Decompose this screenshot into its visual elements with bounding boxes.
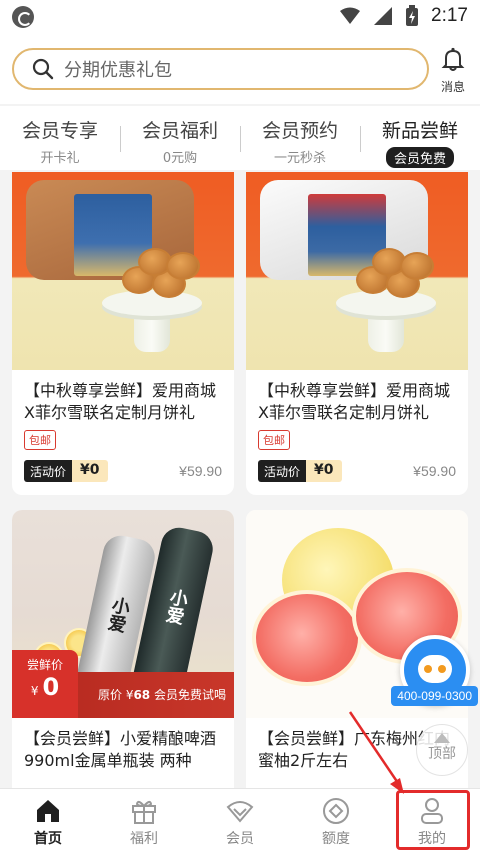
activity-price-badge: 活动价 ¥0 (258, 460, 342, 482)
highlight-box (396, 790, 470, 850)
activity-price: ¥0 (306, 460, 342, 482)
nav-label: 额度 (322, 831, 350, 847)
tab-subtitle: 0元购 (162, 151, 198, 166)
activity-label: 活动价 (258, 460, 307, 482)
diamond-icon (226, 801, 254, 823)
wifi-icon (340, 7, 361, 24)
status-icons: 2:17 (339, 5, 468, 27)
message-label: 消息 (440, 80, 465, 94)
product-title: 【中秋尊享尝鲜】爱用商城X菲尔雪联名定制月饼礼盒... (24, 381, 217, 422)
tab-subtitle: 开卡礼 (40, 151, 80, 166)
activity-label: 活动价 (24, 460, 73, 482)
nav-quota[interactable]: 额度 (288, 789, 384, 853)
bottle-label: 小爱 (161, 586, 190, 627)
back-to-top-label: 顶部 (428, 746, 456, 762)
trial-price: 0 (42, 673, 60, 701)
product-image (246, 172, 468, 370)
search-placeholder: 分期优惠礼包 (64, 60, 172, 81)
tab-new-product-trial[interactable]: 新品尝鲜 会员免费 (360, 106, 480, 170)
nav-welfare[interactable]: 福利 (96, 789, 192, 853)
free-shipping-tag: 包邮 (24, 430, 56, 450)
product-image (12, 172, 234, 370)
trial-price-banner: 尝鲜价 ¥0 原价 ¥68 会员免费试喝 (12, 650, 234, 718)
home-icon (37, 800, 59, 822)
status-bar: 2:17 (0, 0, 480, 34)
product-title: 【会员尝鲜】小爱精酿啤酒990ml金属单瓶装 两种口... (24, 729, 217, 770)
currency-symbol: ¥ (30, 684, 39, 698)
clock: 2:17 (431, 5, 468, 26)
message-button[interactable]: 消息 (438, 46, 468, 95)
back-to-top-button[interactable]: 顶部 (416, 724, 468, 776)
nav-label: 首页 (34, 831, 62, 847)
note-price: 68 (133, 688, 151, 702)
gift-icon (132, 800, 156, 824)
headset-icon (418, 655, 452, 683)
category-tabs: 会员专享 开卡礼 会员福利 0元购 会员预约 一元秒杀 新品尝鲜 会员免费 (0, 106, 480, 170)
tab-title: 会员福利 (141, 120, 218, 142)
tab-member-reservation[interactable]: 会员预约 一元秒杀 (240, 106, 360, 170)
nav-label: 会员 (226, 831, 254, 847)
hotline-number[interactable]: 400-099-0300 (391, 686, 478, 706)
nav-label: 福利 (130, 831, 158, 847)
activity-price-badge: 活动价 ¥0 (24, 460, 108, 482)
note-prefix: 原价 ¥ (98, 688, 134, 702)
tab-member-welfare[interactable]: 会员福利 0元购 (120, 106, 240, 170)
nav-home[interactable]: 首页 (0, 789, 96, 853)
tab-member-exclusive[interactable]: 会员专享 开卡礼 (0, 106, 120, 170)
tab-subtitle: 一元秒杀 (273, 151, 326, 166)
product-grid: 【中秋尊享尝鲜】爱用商城X菲尔雪联名定制月饼礼盒... 包邮 活动价 ¥0 ¥5… (0, 172, 480, 788)
app-notification-icon (12, 6, 34, 28)
product-card[interactable]: 小爱 小爱 尝鲜价 ¥0 原价 ¥68 会员免费试喝 【会员尝鲜】小爱精酿啤酒9… (12, 510, 234, 788)
nav-member[interactable]: 会员 (192, 789, 288, 853)
product-image: 小爱 小爱 尝鲜价 ¥0 原价 ¥68 会员免费试喝 (12, 510, 234, 718)
arrow-up-icon (434, 733, 450, 743)
bell-icon (441, 47, 465, 71)
product-title: 【中秋尊享尝鲜】爱用商城X菲尔雪联名定制月饼礼盒... (258, 381, 451, 422)
signal-icon (374, 7, 393, 25)
activity-price: ¥0 (72, 460, 108, 482)
product-card[interactable]: 【中秋尊享尝鲜】爱用商城X菲尔雪联名定制月饼礼盒... 包邮 活动价 ¥0 ¥5… (246, 172, 468, 495)
free-shipping-tag: 包邮 (258, 430, 290, 450)
trial-price-label: 尝鲜价 (26, 658, 63, 672)
search-icon (32, 58, 54, 80)
tab-title: 新品尝鲜 (381, 120, 458, 142)
product-card[interactable]: 【中秋尊享尝鲜】爱用商城X菲尔雪联名定制月饼礼盒... 包邮 活动价 ¥0 ¥5… (12, 172, 234, 495)
tab-title: 会员预约 (261, 120, 338, 142)
battery-icon (406, 5, 419, 26)
note-suffix: 会员免费试喝 (153, 688, 226, 702)
bottle-label: 小爱 (103, 594, 132, 635)
tab-title: 会员专享 (21, 120, 98, 142)
original-price-note: 原价 ¥68 会员免费试喝 (98, 686, 226, 703)
tab-subtitle-badge: 会员免费 (385, 147, 454, 168)
quota-icon (323, 798, 349, 824)
original-price: ¥59.90 (413, 463, 456, 479)
search-input[interactable]: 分期优惠礼包 (12, 48, 429, 90)
header: 分期优惠礼包 消息 (0, 34, 480, 104)
original-price: ¥59.90 (179, 463, 222, 479)
